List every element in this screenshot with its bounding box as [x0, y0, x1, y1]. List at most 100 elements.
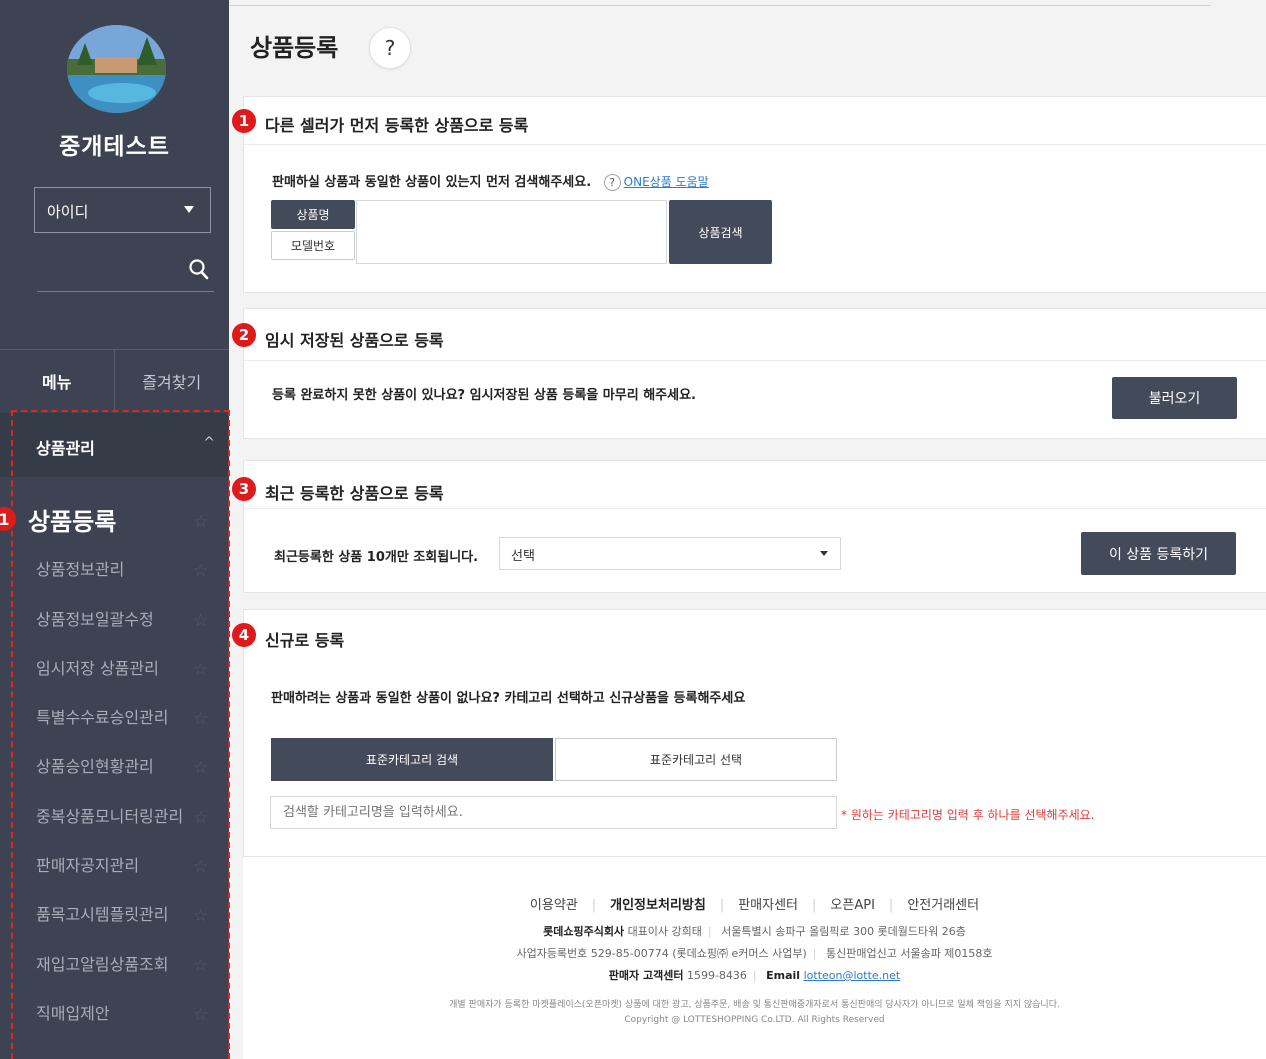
sidebar-item-label: 직매입제안	[36, 1003, 110, 1023]
sidebar: 중개테스트 아이디 메뉴 즐겨찾기 상품관리 ^ 상품등록 ☆ 상품정보관리 ☆…	[0, 0, 230, 1059]
sidebar-item-restock-alert[interactable]: 재입고알림상품조회 ☆	[0, 938, 229, 987]
footer-link-safe-trade[interactable]: 안전거래센터	[907, 898, 979, 913]
sidebar-item-label: 상품승인현황관리	[36, 757, 154, 777]
ceo-name: 강희태	[671, 925, 702, 938]
load-button[interactable]: 불러오기	[1112, 377, 1237, 419]
tab-category-select[interactable]: 표준카테고리 선택	[555, 738, 837, 781]
id-select[interactable]: 아이디	[34, 187, 211, 233]
company-address: 서울특별시 송파구 올림픽로 300 롯데월드타워 26층	[721, 925, 966, 938]
section-number: 1	[232, 109, 256, 133]
footer-link-terms[interactable]: 이용약관	[530, 898, 578, 913]
cs-phone: 1599-8436	[686, 969, 747, 982]
section-title: 최근 등록한 상품으로 등록	[265, 484, 444, 503]
section-temp-saved: 2 임시 저장된 상품으로 등록 등록 완료하지 못한 상품이 있나요? 임시저…	[232, 308, 1266, 439]
section-number: 4	[232, 623, 256, 647]
input-hint: * 원하는 카테고리명 입력 후 하나를 선택해주세요.	[841, 808, 1095, 822]
star-icon[interactable]: ☆	[193, 512, 208, 532]
star-icon[interactable]: ☆	[193, 808, 208, 828]
section-header: 1 다른 셀러가 먼저 등록한 상품으로 등록	[232, 97, 1266, 145]
help-icon[interactable]: ?	[603, 174, 621, 191]
help-icon[interactable]: ?	[369, 27, 411, 69]
tab-model-number[interactable]: 모델번호	[271, 231, 355, 260]
caret-down-icon	[184, 206, 194, 213]
sidebar-item-product-register[interactable]: 상품등록 ☆	[0, 494, 229, 543]
sidebar-item-label: 중복상품모니터링관리	[36, 806, 184, 826]
sidebar-item-seller-notice[interactable]: 판매자공지관리 ☆	[0, 839, 229, 888]
star-icon[interactable]: ☆	[193, 561, 208, 581]
chevron-up-icon: ^	[203, 435, 215, 451]
footer-link-seller-center[interactable]: 판매자센터	[738, 898, 798, 913]
page-title: 상품등록	[250, 34, 339, 62]
section-description: 최근등록한 상품 10개만 조회됩니다.	[274, 550, 479, 565]
recent-product-select[interactable]: 선택	[499, 537, 841, 570]
sidebar-item-label: 품목고시템플릿관리	[36, 905, 169, 925]
footer-links: 이용약관 | 개인정보처리방침 | 판매자센터 | 오픈API | 안전거래센터	[529, 898, 980, 913]
avatar[interactable]	[67, 25, 166, 113]
footer-link-privacy[interactable]: 개인정보처리방침	[610, 898, 706, 913]
sidebar-item-label: 상품등록	[28, 508, 117, 536]
mail-order-label: 통신판매업신고	[825, 947, 897, 960]
tab-product-name[interactable]: 상품명	[271, 200, 355, 229]
menu-list: 상품등록 ☆ 상품정보관리 ☆ 상품정보일괄수정 ☆ 임시저장 상품관리 ☆ 특…	[0, 494, 229, 1036]
sidebar-item-notice-template[interactable]: 품목고시템플릿관리 ☆	[0, 888, 229, 937]
section-header: 2 임시 저장된 상품으로 등록	[232, 309, 1266, 361]
search-underline[interactable]	[37, 291, 214, 292]
star-icon[interactable]: ☆	[193, 758, 208, 778]
section-description: 판매하려는 상품과 동일한 상품이 없나요? 카테고리 선택하고 신규상품을 등…	[271, 691, 746, 706]
footer: 이용약관 | 개인정보처리방침 | 판매자센터 | 오픈API | 안전거래센터 롯데쇼핑주식회…	[243, 856, 1266, 1059]
star-icon[interactable]: ☆	[193, 956, 208, 976]
section-title: 신규로 등록	[265, 631, 345, 650]
footer-link-open-api[interactable]: 오픈API	[830, 898, 875, 913]
star-icon[interactable]: ☆	[193, 906, 208, 926]
star-icon[interactable]: ☆	[193, 611, 208, 631]
biz-no-label: 사업자등록번호	[516, 947, 588, 960]
sidebar-item-label: 임시저장 상품관리	[36, 658, 159, 678]
sidebar-item-label: 상품정보관리	[36, 560, 125, 580]
mail-order-no: 서울송파 제0158호	[900, 947, 993, 960]
section-recent: 3 최근 등록한 상품으로 등록 최근등록한 상품 10개만 조회됩니다. 선택…	[232, 460, 1266, 593]
section-header: 3 최근 등록한 상품으로 등록	[232, 461, 1266, 509]
sidebar-item-temp-saved[interactable]: 임시저장 상품관리 ☆	[0, 642, 229, 691]
description-text: 판매하실 상품과 동일한 상품이 있는지 먼저 검색해주세요.	[272, 175, 592, 190]
star-icon[interactable]: ☆	[193, 857, 208, 877]
section-other-seller: 1 다른 셀러가 먼저 등록한 상품으로 등록 판매하실 상품과 동일한 상품이…	[232, 96, 1266, 293]
search-icon[interactable]	[188, 258, 210, 282]
sidebar-item-label: 특별수수료승인관리	[36, 708, 169, 728]
email-label: Email	[766, 969, 801, 982]
id-select-label: 아이디	[47, 203, 89, 221]
ceo-label: 대표이사	[627, 925, 669, 938]
category-search-input[interactable]	[270, 796, 837, 829]
register-this-product-button[interactable]: 이 상품 등록하기	[1081, 532, 1236, 575]
footer-registration-line: 사업자등록번호 529-85-00774 (롯데쇼핑㈜ e커머스 사업부) | 통…	[516, 947, 993, 960]
sidebar-item-bulk-edit[interactable]: 상품정보일괄수정 ☆	[0, 593, 229, 642]
section-description: 등록 완료하지 못한 상품이 있나요? 임시저장된 상품 등록을 마무리 해주세…	[272, 388, 696, 403]
shop-name: 중개테스트	[59, 134, 170, 160]
sidebar-item-special-fee[interactable]: 특별수수료승인관리 ☆	[0, 691, 229, 740]
footer-company-line: 롯데쇼핑주식회사 대표이사 강희태 | 서울특별시 송파구 올림픽로 300 롯데…	[543, 925, 966, 938]
sidebar-item-approval-status[interactable]: 상품승인현황관리 ☆	[0, 740, 229, 789]
divider	[229, 5, 1211, 6]
tab-category-search[interactable]: 표준카테고리 검색	[271, 738, 553, 781]
cs-label: 판매자 고객센터	[608, 969, 684, 982]
footer-disclaimer: 개별 판매자가 등록한 마켓플레이스(오픈마켓) 상품에 대한 광고, 상품주문…	[449, 1000, 1060, 1010]
company-name: 롯데쇼핑주식회사	[543, 925, 625, 938]
sidebar-item-duplicate-monitor[interactable]: 중복상품모니터링관리 ☆	[0, 790, 229, 839]
help-link[interactable]: ONE상품 도움말	[624, 175, 709, 189]
tab-favorites[interactable]: 즐겨찾기	[115, 350, 230, 411]
footer-copyright: Copyright @ LOTTESHOPPING Co.LTD. All Ri…	[624, 1015, 885, 1025]
sidebar-item-direct-purchase[interactable]: 직매입제안 ☆	[0, 987, 229, 1036]
menu-group-product-management[interactable]: 상품관리 ^	[0, 413, 229, 477]
star-icon[interactable]: ☆	[193, 709, 208, 729]
caret-down-icon	[820, 551, 828, 556]
star-icon[interactable]: ☆	[193, 1005, 208, 1025]
select-value: 선택	[511, 549, 535, 564]
section-description: 판매하실 상품과 동일한 상품이 있는지 먼저 검색해주세요. ? ONE상품 도…	[272, 171, 709, 191]
search-input[interactable]	[356, 200, 667, 264]
tab-menu[interactable]: 메뉴	[0, 350, 115, 411]
email-link[interactable]: lotteon@lotte.net	[804, 969, 901, 982]
product-search-button[interactable]: 상품검색	[669, 200, 772, 264]
sidebar-item-product-info[interactable]: 상품정보관리 ☆	[0, 543, 229, 592]
main-content: 상품등록 ? 1 다른 셀러가 먼저 등록한 상품으로 등록 판매하실 상품과 …	[229, 0, 1266, 1059]
star-icon[interactable]: ☆	[193, 660, 208, 680]
section-title: 임시 저장된 상품으로 등록	[265, 331, 444, 350]
